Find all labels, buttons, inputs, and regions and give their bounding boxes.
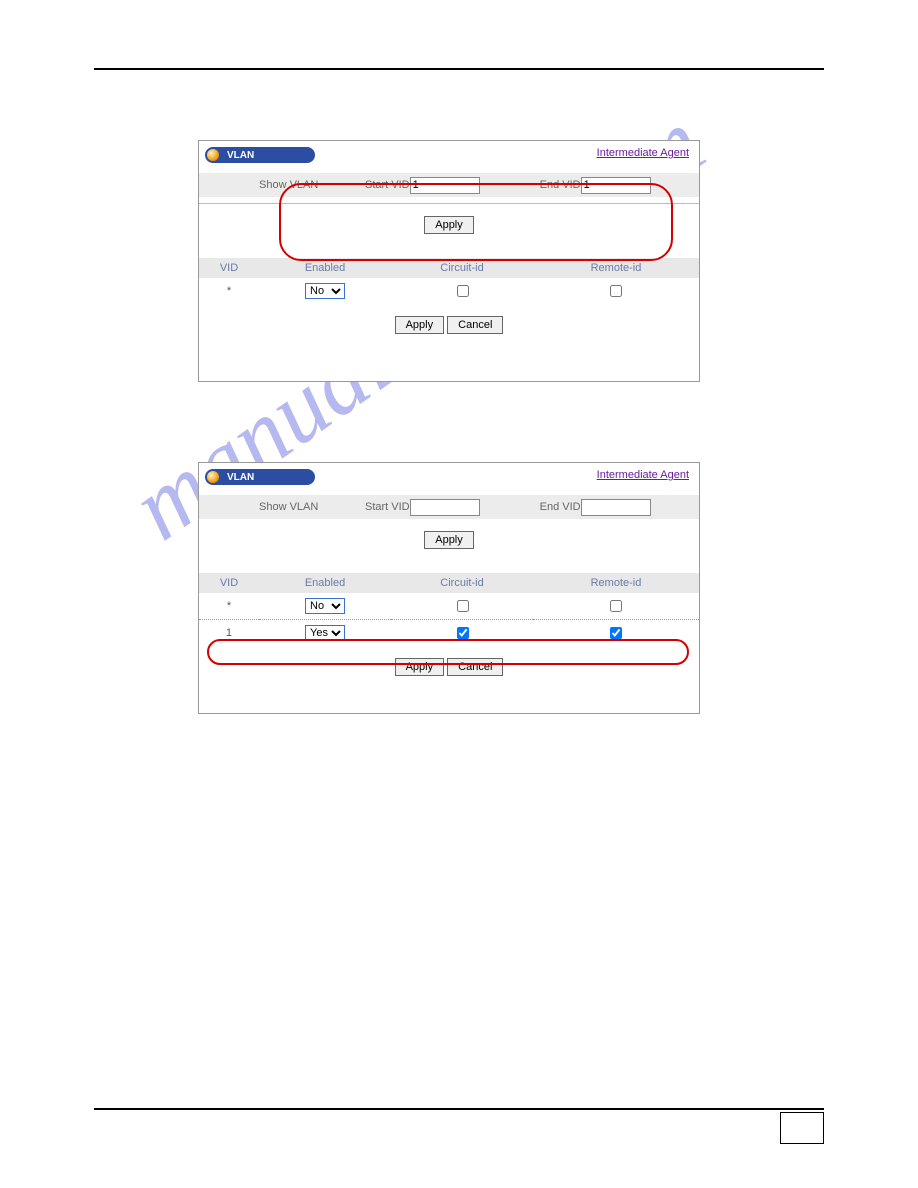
filter-apply-row: Apply	[199, 531, 699, 555]
tab-dot-icon	[207, 471, 219, 483]
cell-circuit	[391, 620, 533, 647]
tab-vlan[interactable]: VLAN	[205, 147, 315, 163]
cancel-button[interactable]: Cancel	[447, 316, 503, 334]
start-vid-label: Start VID	[365, 179, 410, 191]
tab-vlan[interactable]: VLAN	[205, 469, 315, 485]
filter-section: Show VLAN Start VID End VID Apply	[199, 173, 699, 240]
cell-circuit	[391, 278, 533, 304]
table-row: 1 No Yes	[199, 620, 699, 647]
cell-remote	[533, 278, 699, 304]
cell-circuit	[391, 593, 533, 620]
th-circuit: Circuit-id	[391, 573, 533, 593]
intermediate-agent-link[interactable]: Intermediate Agent	[597, 147, 689, 159]
start-vid-label: Start VID	[365, 501, 410, 513]
cell-enabled: No Yes	[259, 620, 391, 647]
vlan-table: VID Enabled Circuit-id Remote-id * No Ye…	[199, 573, 699, 646]
th-enabled: Enabled	[259, 573, 391, 593]
bottom-rule	[94, 1108, 824, 1110]
remote-checkbox[interactable]	[610, 600, 622, 612]
remote-checkbox[interactable]	[610, 627, 622, 639]
cell-vid: 1	[199, 620, 259, 647]
tab-dot-icon	[207, 149, 219, 161]
vlan-panel-1: VLAN Intermediate Agent Show VLAN Start …	[198, 140, 700, 382]
show-vlan-label: Show VLAN	[259, 179, 349, 191]
filter-apply-button[interactable]: Apply	[424, 531, 474, 549]
filter-row: Show VLAN Start VID End VID	[199, 173, 699, 197]
top-rule	[94, 68, 824, 70]
circuit-checkbox[interactable]	[457, 285, 469, 297]
remote-checkbox[interactable]	[610, 285, 622, 297]
th-remote: Remote-id	[533, 573, 699, 593]
end-vid-label: End VID	[540, 179, 581, 191]
cell-enabled: No Yes	[259, 593, 391, 620]
end-vid-label: End VID	[540, 501, 581, 513]
filter-apply-row: Apply	[199, 216, 699, 240]
cancel-button[interactable]: Cancel	[447, 658, 503, 676]
divider	[199, 203, 699, 204]
cell-vid: *	[199, 593, 259, 620]
filter-row: Show VLAN Start VID End VID	[199, 495, 699, 519]
table-header-row: VID Enabled Circuit-id Remote-id	[199, 258, 699, 278]
th-enabled: Enabled	[259, 258, 391, 278]
enabled-select[interactable]: No Yes	[305, 283, 345, 299]
tab-bar: VLAN Intermediate Agent	[199, 141, 699, 165]
tab-label: VLAN	[227, 472, 254, 483]
circuit-checkbox[interactable]	[457, 627, 469, 639]
circuit-checkbox[interactable]	[457, 600, 469, 612]
intermediate-agent-link[interactable]: Intermediate Agent	[597, 469, 689, 481]
table-header-row: VID Enabled Circuit-id Remote-id	[199, 573, 699, 593]
th-remote: Remote-id	[533, 258, 699, 278]
end-vid-input[interactable]	[581, 499, 651, 516]
filter-section: Show VLAN Start VID End VID Apply	[199, 495, 699, 555]
page-number-frame	[780, 1112, 824, 1144]
table-row: * No Yes	[199, 278, 699, 304]
th-circuit: Circuit-id	[391, 258, 533, 278]
table-row: * No Yes	[199, 593, 699, 620]
vlan-panel-2: VLAN Intermediate Agent Show VLAN Start …	[198, 462, 700, 714]
tab-bar: VLAN Intermediate Agent	[199, 463, 699, 487]
apply-button[interactable]: Apply	[395, 658, 445, 676]
th-vid: VID	[199, 573, 259, 593]
enabled-select[interactable]: No Yes	[305, 598, 345, 614]
cell-remote	[533, 620, 699, 647]
action-row: Apply Cancel	[199, 658, 699, 682]
tab-label: VLAN	[227, 150, 254, 161]
show-vlan-label: Show VLAN	[259, 501, 349, 513]
apply-button[interactable]: Apply	[395, 316, 445, 334]
vlan-table: VID Enabled Circuit-id Remote-id * No Ye…	[199, 258, 699, 304]
end-vid-input[interactable]	[581, 177, 651, 194]
th-vid: VID	[199, 258, 259, 278]
filter-apply-button[interactable]: Apply	[424, 216, 474, 234]
start-vid-input[interactable]	[410, 177, 480, 194]
start-vid-input[interactable]	[410, 499, 480, 516]
cell-enabled: No Yes	[259, 278, 391, 304]
enabled-select[interactable]: No Yes	[305, 625, 345, 641]
cell-remote	[533, 593, 699, 620]
cell-vid: *	[199, 278, 259, 304]
action-row: Apply Cancel	[199, 316, 699, 340]
